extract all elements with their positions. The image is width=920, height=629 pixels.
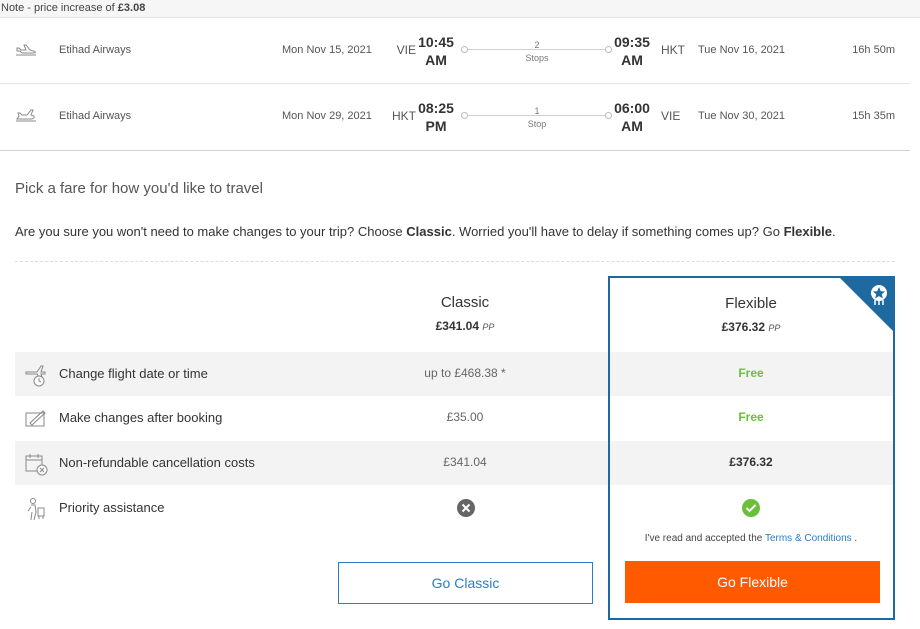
arrive-date: Tue Nov 16, 2021 — [698, 44, 786, 56]
fare-intro: Are you sure you won't need to make chan… — [15, 224, 895, 239]
depart-date: Mon Nov 29, 2021 — [282, 110, 372, 122]
classic-price-value: £341.04 — [435, 319, 480, 333]
classic-value: £35.00 — [446, 410, 484, 424]
row-label: Priority assistance — [59, 500, 165, 515]
calendar-cancel-icon — [25, 454, 48, 476]
terms-link[interactable]: Terms & Conditions — [765, 533, 852, 544]
flight-duration: 15h 35m — [852, 110, 895, 122]
intro-text-2: . Worried you'll have to delay if someth… — [451, 224, 784, 239]
plane-departure-icon — [16, 44, 36, 56]
depart-airport-code: VIE — [396, 43, 416, 57]
edit-ticket-icon — [25, 410, 46, 427]
depart-ampm: AM — [425, 52, 447, 68]
row-label: Non-refundable cancellation costs — [59, 455, 255, 470]
badge-star-icon — [840, 278, 893, 331]
route-start-dot — [461, 46, 468, 53]
intro-text-3: . — [831, 224, 836, 239]
per-person-label: PP — [482, 322, 495, 332]
arrive-time: 09:35 AM — [612, 33, 652, 69]
stops-label: Stops — [507, 53, 567, 63]
intro-text-1: Are you sure you won't need to make chan… — [15, 224, 407, 239]
airline-name: Etihad Airways — [59, 110, 132, 122]
depart-ampm: PM — [425, 118, 447, 134]
arrive-airport-code: HKT — [661, 43, 685, 57]
route-end-dot — [605, 46, 612, 53]
classic-value: up to £468.38 * — [424, 366, 506, 380]
route-start-dot — [461, 112, 468, 119]
arrive-ampm: AM — [621, 118, 643, 134]
depart-date: Mon Nov 15, 2021 — [282, 44, 372, 56]
classic-value: £341.04 — [443, 455, 487, 469]
stops-count: 1 — [534, 106, 540, 116]
arrive-time: 06:00 AM — [612, 99, 652, 135]
fare-heading: Pick a fare for how you'd like to travel — [15, 180, 263, 197]
terms-end: . — [851, 533, 858, 544]
stops-label: Stop — [507, 119, 567, 129]
go-classic-button[interactable]: Go Classic — [338, 562, 593, 604]
intro-classic: Classic — [406, 224, 452, 239]
depart-airport-code: HKT — [392, 109, 416, 123]
row-label: Change flight date or time — [59, 366, 208, 381]
not-included-icon — [457, 499, 475, 517]
depart-time-value: 10:45 — [418, 34, 454, 50]
return-leg: Etihad Airways Mon Nov 29, 2021 HKT 08:2… — [0, 84, 910, 150]
airline-name: Etihad Airways — [59, 44, 132, 56]
flight-duration: 16h 50m — [852, 44, 895, 56]
plane-return-icon — [16, 109, 36, 122]
row-label: Make changes after booking — [59, 410, 223, 425]
arrive-date: Tue Nov 30, 2021 — [698, 110, 786, 122]
arrive-time-value: 09:35 — [614, 34, 650, 50]
route-end-dot — [605, 112, 612, 119]
classic-fare-name: Classic — [440, 294, 490, 311]
depart-time: 08:25 PM — [416, 99, 456, 135]
divider — [15, 261, 895, 262]
arrive-airport-code: VIE — [661, 109, 681, 123]
plane-clock-icon — [25, 365, 46, 387]
classic-fare-price: £341.04 PP — [340, 319, 590, 333]
arrive-ampm: AM — [621, 52, 643, 68]
terms-acceptance: I've read and accepted the Terms & Condi… — [611, 533, 891, 544]
flight-summary: Etihad Airways Mon Nov 15, 2021 VIE 10:4… — [0, 18, 910, 151]
price-change-note: Note - price increase of £3.08 — [0, 0, 920, 18]
assistance-icon — [27, 498, 45, 521]
outbound-leg: Etihad Airways Mon Nov 15, 2021 VIE 10:4… — [0, 18, 910, 84]
depart-time-value: 08:25 — [418, 100, 454, 116]
arrive-time-value: 06:00 — [614, 100, 650, 116]
intro-flexible: Flexible — [783, 224, 832, 239]
price-note-text: Note - price increase of — [1, 2, 118, 14]
terms-text: I've read and accepted the — [644, 533, 765, 544]
price-increase-amount: £3.08 — [117, 2, 146, 14]
stops-count: 2 — [534, 40, 540, 50]
depart-time: 10:45 AM — [416, 33, 456, 69]
go-flexible-button[interactable]: Go Flexible — [625, 561, 880, 603]
classic-fare-header: Classic £341.04 PP — [340, 294, 590, 333]
